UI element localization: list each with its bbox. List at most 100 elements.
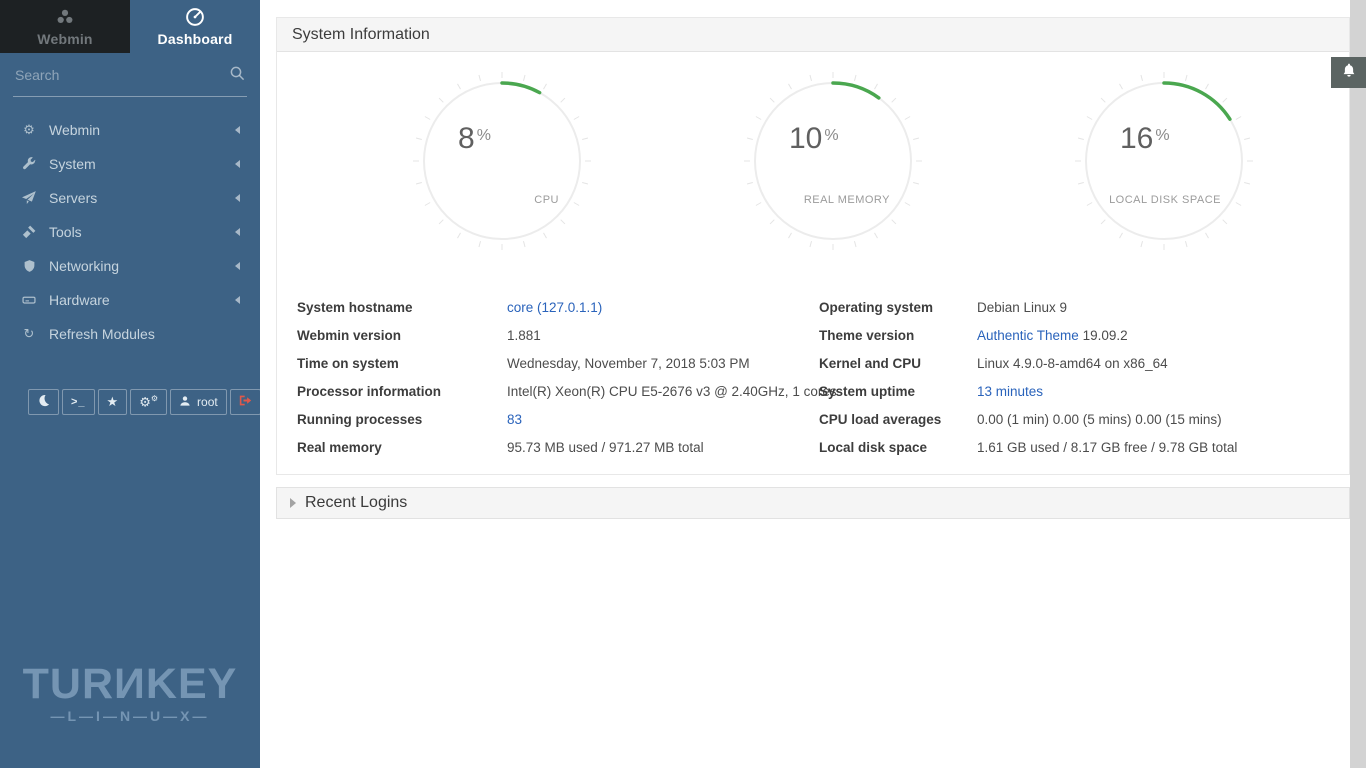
settings-button[interactable]: ⚙⚙ (130, 389, 167, 415)
webmin-app: Webmin Dashboard ⚙ Webmin (0, 0, 1350, 768)
system-information-panel: System Information 8%CPU 10%REAL MEMORY 16… (276, 17, 1350, 475)
system-information-header: System Information (277, 18, 1349, 52)
caret-left-icon (235, 262, 240, 270)
menu-label: Refresh Modules (49, 326, 240, 342)
menu-label: Networking (49, 258, 235, 274)
sidebar-item-tools[interactable]: Tools (0, 215, 260, 249)
info-value-link[interactable]: Authentic Theme (977, 328, 1079, 343)
info-label: Kernel and CPU (819, 350, 977, 378)
sidebar-search (13, 53, 247, 97)
night-mode-button[interactable] (28, 389, 59, 415)
tab-webmin[interactable]: Webmin (0, 0, 130, 53)
info-label: Processor information (297, 378, 507, 406)
gear-icon: ⚙ (20, 123, 38, 138)
info-label: System hostname (297, 294, 507, 322)
system-information-title: System Information (292, 26, 430, 44)
turnkey-logo-title: TURИKEY (0, 663, 260, 706)
info-label: Webmin version (297, 322, 507, 350)
webmin-logo-icon (54, 6, 76, 28)
info-label: Running processes (297, 406, 507, 434)
info-value: Intel(R) Xeon(R) CPU E5-2676 v3 @ 2.40GH… (507, 378, 837, 406)
sidebar-item-hardware[interactable]: Hardware (0, 283, 260, 317)
star-icon: ★ (107, 396, 119, 409)
sidebar-tabs: Webmin Dashboard (0, 0, 260, 53)
user-button[interactable]: root (170, 389, 227, 415)
menu-label: Hardware (49, 292, 235, 308)
sidebar-item-servers[interactable]: Servers (0, 181, 260, 215)
system-info-right-column: Operating systemDebian Linux 9Theme vers… (814, 294, 1349, 462)
search-input[interactable] (13, 63, 227, 87)
gauge-local-disk-space: 16%LOCAL DISK SPACE (1069, 66, 1259, 256)
terminal-button[interactable]: >_ (62, 389, 95, 415)
svg-text:CPU: CPU (535, 194, 560, 206)
info-value: 95.73 MB used / 971.27 MB total (507, 434, 837, 462)
gavel-icon (20, 225, 38, 239)
search-icon[interactable] (227, 63, 247, 86)
recent-logins-toggle[interactable]: Recent Logins (276, 487, 1350, 519)
refresh-icon: ↻ (20, 327, 38, 342)
info-value: 0.00 (1 min) 0.00 (5 mins) 0.00 (15 mins… (977, 406, 1349, 434)
shield-icon (20, 259, 38, 273)
svg-text:REAL MEMORY: REAL MEMORY (804, 194, 890, 206)
tab-dashboard-label: Dashboard (158, 31, 233, 47)
info-label: CPU load averages (819, 406, 977, 434)
menu-label: Webmin (49, 122, 235, 138)
sidebar-item-refresh-modules[interactable]: ↻ Refresh Modules (0, 317, 260, 351)
info-value-link[interactable]: 83 (507, 412, 522, 427)
user-icon (179, 395, 191, 410)
caret-right-icon (290, 498, 296, 508)
favorites-button[interactable]: ★ (98, 389, 128, 415)
info-value: core (127.0.1.1) (507, 294, 837, 322)
menu-label: Tools (49, 224, 235, 240)
gears-icon: ⚙⚙ (139, 395, 158, 409)
sidebar-item-networking[interactable]: Networking (0, 249, 260, 283)
hard-drive-icon (20, 293, 38, 307)
info-value: 83 (507, 406, 837, 434)
info-label: Theme version (819, 322, 977, 350)
info-value: 1.61 GB used / 8.17 GB free / 9.78 GB to… (977, 434, 1349, 462)
info-value: Wednesday, November 7, 2018 5:03 PM (507, 350, 837, 378)
info-value-link[interactable]: 13 minutes (977, 384, 1043, 399)
gauge-cpu: 8%CPU (407, 66, 597, 256)
bell-icon (1340, 62, 1358, 83)
info-value: 13 minutes (977, 378, 1349, 406)
tab-dashboard[interactable]: Dashboard (130, 0, 260, 53)
gauges-row: 8%CPU 10%REAL MEMORY 16%LOCAL DISK SPACE (277, 52, 1349, 294)
caret-left-icon (235, 228, 240, 236)
wrench-icon (20, 157, 38, 171)
system-info-table: System hostnamecore (127.0.1.1)Webmin ve… (277, 294, 1349, 474)
paper-plane-icon (20, 191, 38, 205)
scrollbar-track (1350, 0, 1366, 768)
sidebar-item-system[interactable]: System (0, 147, 260, 181)
logout-button[interactable] (230, 389, 261, 415)
sidebar-item-webmin[interactable]: ⚙ Webmin (0, 113, 260, 147)
caret-left-icon (235, 194, 240, 202)
info-label: Real memory (297, 434, 507, 462)
info-label: Operating system (819, 294, 977, 322)
main-content: System Information 8%CPU 10%REAL MEMORY 16… (260, 0, 1350, 768)
caret-left-icon (235, 296, 240, 304)
info-value-link[interactable]: core (127.0.1.1) (507, 300, 602, 315)
recent-logins-title: Recent Logins (305, 494, 407, 512)
info-value: Debian Linux 9 (977, 294, 1349, 322)
info-value: 1.881 (507, 322, 837, 350)
menu-label: System (49, 156, 235, 172)
sidebar-menu: ⚙ Webmin System Servers (0, 113, 260, 351)
info-label: Time on system (297, 350, 507, 378)
menu-label: Servers (49, 190, 235, 206)
moon-icon (37, 394, 50, 410)
turnkey-logo-subtitle: —L—I—N—U—X— (0, 708, 260, 724)
turnkey-logo: TURИKEY —L—I—N—U—X— (0, 663, 260, 724)
tab-webmin-label: Webmin (37, 31, 92, 47)
logout-icon (239, 394, 252, 410)
info-value: Linux 4.9.0-8-amd64 on x86_64 (977, 350, 1349, 378)
caret-left-icon (235, 126, 240, 134)
gauge-real-memory: 10%REAL MEMORY (738, 66, 928, 256)
terminal-icon: >_ (71, 396, 86, 408)
notifications-button[interactable] (1331, 57, 1366, 88)
sidebar: Webmin Dashboard ⚙ Webmin (0, 0, 260, 768)
system-info-left-column: System hostnamecore (127.0.1.1)Webmin ve… (277, 294, 814, 462)
caret-left-icon (235, 160, 240, 168)
info-label: Local disk space (819, 434, 977, 462)
svg-text:LOCAL DISK SPACE: LOCAL DISK SPACE (1109, 194, 1221, 206)
